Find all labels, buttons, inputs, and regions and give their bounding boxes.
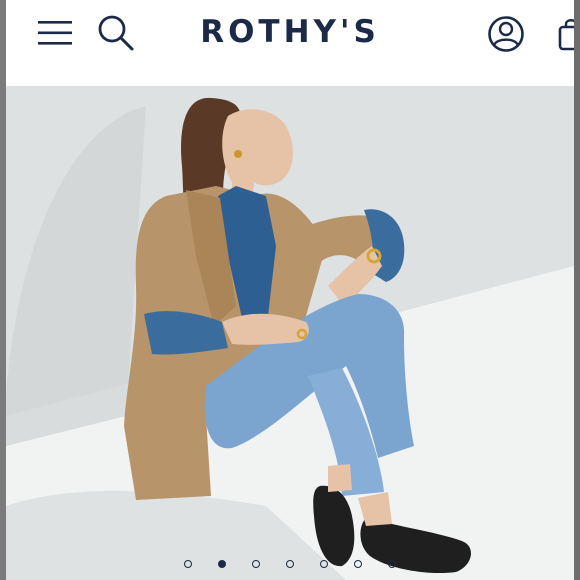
hero-banner[interactable] xyxy=(6,86,574,580)
app-frame: ROTHY'S xyxy=(6,0,574,580)
carousel-dot[interactable] xyxy=(218,560,226,568)
carousel-dot[interactable] xyxy=(184,560,192,568)
carousel-dot[interactable] xyxy=(286,560,294,568)
screen-edge-right xyxy=(574,0,580,580)
carousel-dot[interactable] xyxy=(320,560,328,568)
site-header: ROTHY'S xyxy=(6,0,574,87)
carousel-dot[interactable] xyxy=(388,560,396,568)
carousel-pagination xyxy=(6,560,574,572)
carousel-dot[interactable] xyxy=(252,560,260,568)
account-icon[interactable] xyxy=(486,14,526,54)
carousel-dot[interactable] xyxy=(354,560,362,568)
shopping-bag-icon[interactable] xyxy=(558,16,574,52)
hero-image xyxy=(6,86,574,580)
